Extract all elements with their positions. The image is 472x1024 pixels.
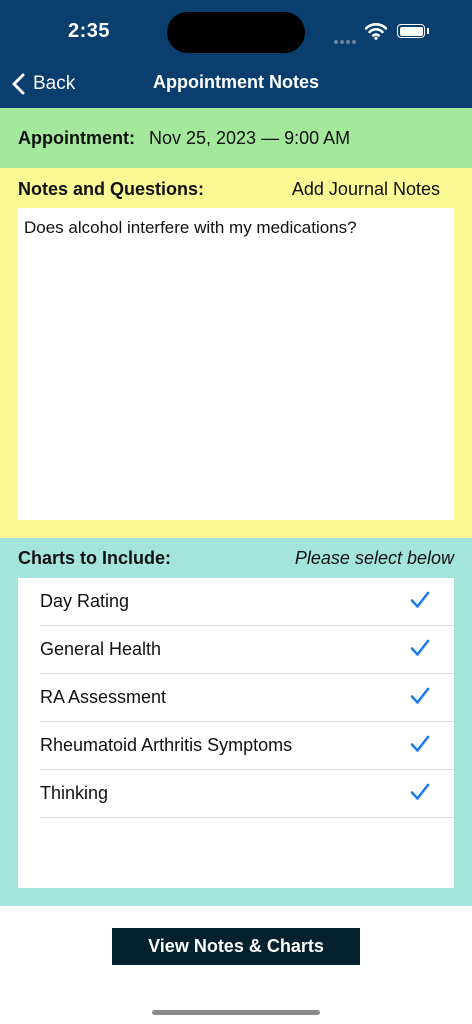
checkmark-icon [410, 783, 430, 800]
appointment-section: Appointment: Nov 25, 2023 — 9:00 AM [0, 108, 472, 168]
chart-row-label: Thinking [40, 783, 109, 803]
home-indicator[interactable] [152, 1010, 320, 1015]
charts-section: Charts to Include: Please select below D… [0, 538, 472, 906]
checkmark-icon [410, 687, 430, 704]
notes-label: Notes and Questions: [18, 179, 205, 199]
appointment-label: Appointment: [18, 127, 135, 148]
nav-header: 2:35 Back Appointment Notes [0, 0, 472, 108]
cellular-signal-icon [334, 31, 358, 49]
dynamic-island [167, 12, 305, 53]
page-title: Appointment Notes [153, 72, 319, 92]
charts-list: Day Rating General Health RA Assessment … [18, 578, 454, 888]
chart-row-label: General Health [40, 639, 162, 659]
chart-row-general-health[interactable]: General Health [40, 626, 454, 674]
appointment-value[interactable]: Nov 25, 2023 — 9:00 AM [149, 128, 350, 149]
chart-row-label: Rheumatoid Arthritis Symptoms [40, 735, 293, 755]
status-time: 2:35 [68, 20, 111, 42]
checkmark-icon [410, 591, 430, 608]
checkmark-icon [410, 639, 430, 656]
wifi-icon [364, 22, 388, 45]
view-notes-charts-button[interactable]: View Notes & Charts [112, 928, 360, 965]
chart-row-day-rating[interactable]: Day Rating [40, 578, 454, 626]
chart-row-label: Day Rating [40, 591, 130, 611]
battery-icon [397, 24, 425, 38]
battery-tip [427, 28, 429, 34]
chart-row-ra-assessment[interactable]: RA Assessment [40, 674, 454, 722]
notes-section: Notes and Questions: Add Journal Notes D… [0, 168, 472, 538]
chart-row-ra-symptoms[interactable]: Rheumatoid Arthritis Symptoms [40, 722, 454, 770]
chart-row-label: RA Assessment [40, 687, 167, 707]
charts-hint: Please select below [294, 548, 454, 568]
notes-text-area[interactable]: Does alcohol interfere with my medicatio… [18, 208, 454, 520]
charts-label: Charts to Include: [18, 548, 172, 568]
chart-row-thinking[interactable]: Thinking [40, 770, 454, 818]
add-journal-notes-button[interactable]: Add Journal Notes [292, 179, 440, 200]
checkmark-icon [410, 735, 430, 752]
